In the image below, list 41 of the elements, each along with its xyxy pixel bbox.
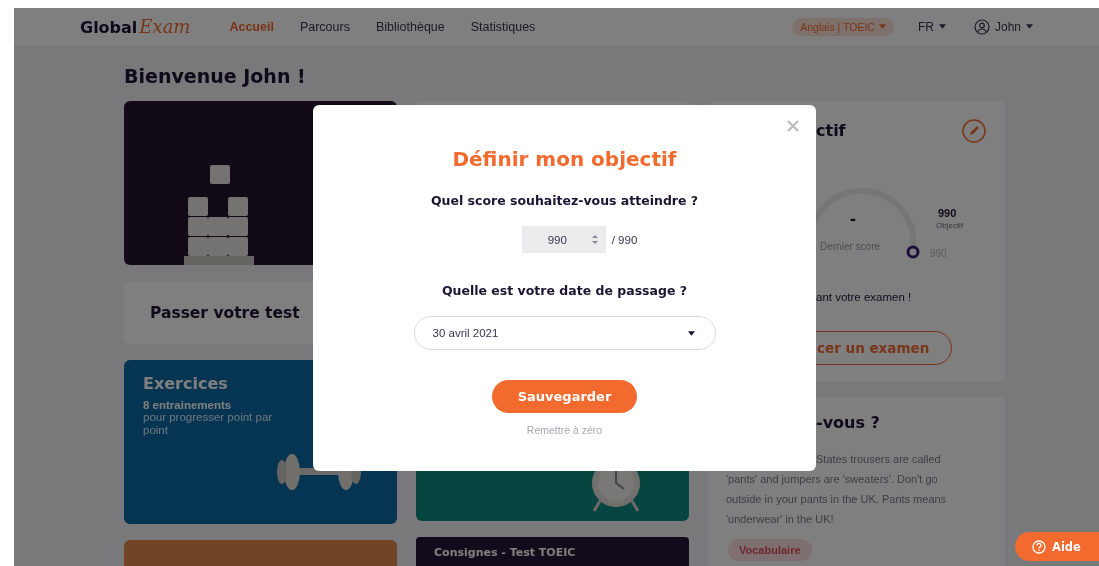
- instructions-card[interactable]: Consignes - Test TOEIC: [416, 537, 689, 566]
- help-button[interactable]: Aide: [1015, 532, 1099, 561]
- save-button[interactable]: Sauvegarder: [492, 380, 637, 413]
- caret-icon: [687, 330, 695, 336]
- logo-script-text[interactable]: Exam: [139, 16, 191, 37]
- card-description: pour progresser point par point: [143, 411, 274, 437]
- score-field[interactable]: 990: [521, 226, 606, 253]
- target-value: 990: [938, 207, 957, 219]
- card-title: Exercices: [143, 374, 229, 393]
- tip-text: States trousers are called 'pants' and jumpers are 'sweaters'. Don't go outside in your pants in the UK. Pants means 'underwear' in the UK!: [726, 452, 948, 527]
- target-label: Objectif: [936, 221, 964, 230]
- caret-icon: [938, 24, 946, 29]
- score-max: / 990: [611, 233, 638, 246]
- gauge-marker-icon: [906, 245, 920, 259]
- card-title: Passer votre test: [150, 303, 300, 322]
- greeting-heading: Bienvenue John !: [124, 65, 307, 87]
- close-icon[interactable]: [786, 119, 800, 133]
- category-tag: Vocabulaire: [728, 539, 812, 561]
- nav-link[interactable]: Bibliothèque: [362, 19, 458, 34]
- logo-text[interactable]: Global: [80, 18, 138, 37]
- nav-link[interactable]: Statistiques: [457, 19, 549, 34]
- card-title: Consignes - Test TOEIC: [434, 546, 576, 559]
- nav-link[interactable]: Parcours: [286, 19, 363, 34]
- card-message: ant votre examen !: [816, 291, 912, 303]
- date-question: Quelle est votre date de passage ?: [441, 283, 687, 298]
- nav-link[interactable]: Accueil: [216, 19, 287, 34]
- help-icon: [1032, 539, 1046, 554]
- card-title: ctif: [816, 121, 846, 140]
- card-title: -vous ?: [816, 413, 880, 432]
- score-question: Quel score souhaitez-vous atteindre ?: [430, 193, 699, 208]
- language-selector[interactable]: FR: [911, 18, 952, 35]
- reset-link[interactable]: Remettre à zéro: [520, 423, 609, 437]
- caret-icon: [1026, 24, 1033, 29]
- caret-icon: [878, 24, 886, 29]
- user-icon: [973, 18, 990, 35]
- edit-icon[interactable]: [962, 119, 986, 143]
- user-menu[interactable]: John: [967, 17, 1039, 36]
- dialog-title: Définir mon objectif: [452, 147, 677, 171]
- card-subtitle: 8 entrainements: [143, 399, 233, 411]
- score-value: -: [850, 209, 856, 230]
- spinner-icon[interactable]: [591, 235, 598, 244]
